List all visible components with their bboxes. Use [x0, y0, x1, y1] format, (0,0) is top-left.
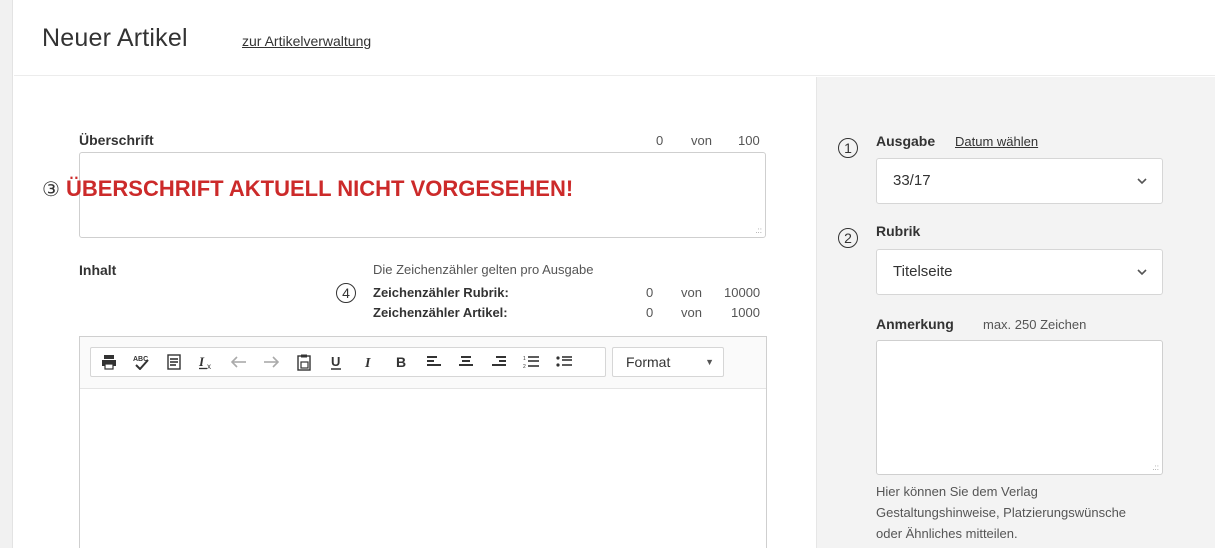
- paste-word-icon[interactable]: [292, 351, 315, 373]
- annotation-2: 2: [838, 228, 858, 248]
- anmerkung-hint: max. 250 Zeichen: [983, 317, 1087, 332]
- rubrik-select[interactable]: Titelseite: [876, 249, 1163, 295]
- rich-text-editor[interactable]: ABC Ix U I B 1 2 Format ▼: [79, 336, 767, 548]
- paste-text-icon[interactable]: [162, 351, 185, 373]
- ausgabe-value: 33/17: [893, 172, 931, 189]
- italic-icon[interactable]: I: [357, 351, 380, 373]
- counter-artikel-label: Zeichenzähler Artikel:: [373, 305, 508, 320]
- print-icon[interactable]: [97, 351, 120, 373]
- svg-text:U: U: [331, 354, 340, 369]
- anmerkung-help-2: Gestaltungshinweise, Platzierungswünsche: [876, 505, 1127, 520]
- align-center-icon[interactable]: [455, 351, 478, 373]
- rubrik-value: Titelseite: [893, 263, 953, 280]
- article-admin-link[interactable]: zur Artikelverwaltung: [242, 33, 371, 49]
- resize-grip-icon[interactable]: .::: [755, 227, 762, 235]
- chevron-down-icon: [1136, 159, 1148, 221]
- spellcheck-icon[interactable]: ABC: [130, 351, 153, 373]
- undo-icon[interactable]: [227, 351, 250, 373]
- rubrik-label: Rubrik: [876, 223, 921, 239]
- page-title: Neuer Artikel: [42, 24, 188, 52]
- counter-artikel-of: von: [681, 305, 702, 320]
- anmerkung-help-3: oder Ähnliches mitteilen.: [876, 526, 1018, 541]
- svg-text:2: 2: [523, 364, 526, 369]
- format-dropdown[interactable]: Format ▼: [612, 347, 724, 377]
- counter-rubrik-of: von: [681, 285, 702, 300]
- svg-text:I: I: [198, 354, 205, 369]
- heading-max: 100: [738, 133, 760, 148]
- warning-text: ÜBERSCHRIFT AKTUELL NICHT VORGESEHEN!: [65, 176, 574, 201]
- annotation-4: 4: [336, 283, 356, 303]
- bold-icon[interactable]: B: [390, 351, 413, 373]
- caret-down-icon: ▼: [705, 357, 714, 367]
- counter-info: Die Zeichenzähler gelten pro Ausgabe: [373, 262, 594, 277]
- svg-text:1: 1: [523, 356, 526, 362]
- svg-text:x: x: [207, 362, 211, 370]
- align-right-icon[interactable]: [487, 351, 510, 373]
- svg-text:B: B: [396, 354, 406, 370]
- chevron-down-icon: [1136, 250, 1148, 312]
- editor-toolbar: ABC Ix U I B 1 2 Format ▼: [80, 337, 766, 389]
- counter-rubrik-count: 0: [646, 285, 654, 300]
- ausgabe-label: Ausgabe: [876, 133, 936, 149]
- left-edge: [0, 0, 13, 548]
- toolbar-button-group: ABC Ix U I B 1 2: [90, 347, 606, 377]
- anmerkung-input[interactable]: .::: [876, 340, 1163, 475]
- underline-icon[interactable]: U: [325, 351, 348, 373]
- page-header: [14, 0, 1215, 76]
- content-label: Inhalt: [79, 262, 117, 278]
- counter-rubrik-max: 10000: [724, 285, 761, 300]
- numbered-list-icon[interactable]: 12: [520, 351, 543, 373]
- resize-grip-icon[interactable]: .::: [1152, 464, 1159, 472]
- anmerkung-label: Anmerkung: [876, 316, 954, 332]
- counter-rubrik-label: Zeichenzähler Rubrik:: [373, 285, 509, 300]
- counter-artikel-max: 1000: [731, 305, 760, 320]
- redo-icon[interactable]: [260, 351, 283, 373]
- heading-count: 0: [656, 133, 664, 148]
- ausgabe-select[interactable]: 33/17: [876, 158, 1163, 204]
- annotation-3: ③: [42, 179, 60, 201]
- align-left-icon[interactable]: [422, 351, 445, 373]
- anmerkung-help-1: Hier können Sie dem Verlag: [876, 484, 1038, 499]
- remove-format-icon[interactable]: Ix: [195, 351, 218, 373]
- heading-of: von: [691, 133, 712, 148]
- counter-artikel-count: 0: [646, 305, 654, 320]
- heading-label: Überschrift: [79, 132, 154, 148]
- annotation-1: 1: [838, 138, 858, 158]
- bullet-list-icon[interactable]: [552, 351, 575, 373]
- svg-text:I: I: [364, 356, 371, 370]
- format-label: Format: [626, 354, 671, 370]
- heading-warning: ③ ÜBERSCHRIFT AKTUELL NICHT VORGESEHEN!: [42, 176, 573, 202]
- choose-date-link[interactable]: Datum wählen: [955, 134, 1038, 149]
